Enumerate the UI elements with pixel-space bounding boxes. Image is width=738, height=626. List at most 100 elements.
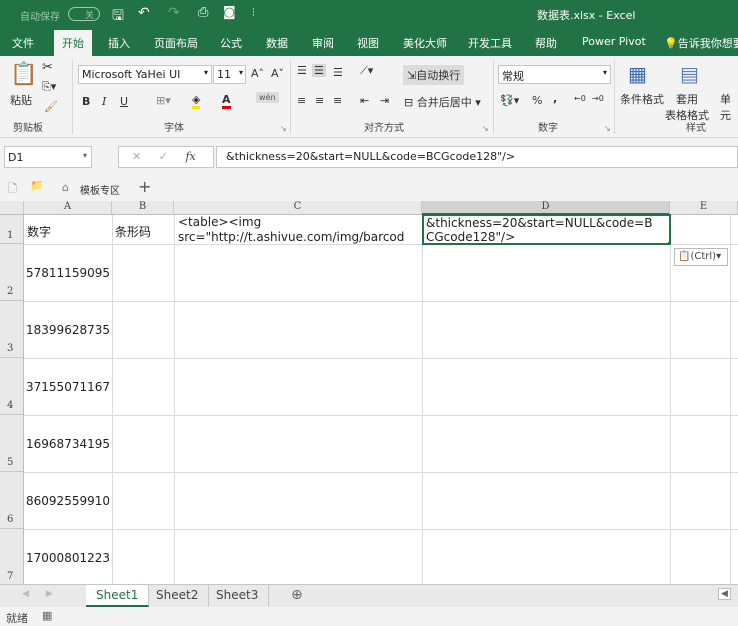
dialog-launcher-icon[interactable]: ↘ [280, 124, 287, 133]
column-header-c[interactable]: C [174, 201, 422, 215]
tab-power-pivot[interactable]: Power Pivot [582, 35, 646, 48]
increase-font-icon[interactable]: A˄ [251, 67, 264, 80]
font-size-select[interactable]: 11 ▾ [213, 65, 246, 84]
comma-button[interactable]: , [553, 92, 557, 105]
print-preview-icon[interactable]: ⎙ [198, 5, 208, 20]
template-zone-tab[interactable]: 模板专区 [80, 182, 120, 197]
sheet-tab-sheet1[interactable]: Sheet1 [86, 585, 150, 607]
row-header-3[interactable]: 3 [0, 301, 24, 358]
insert-function-button[interactable]: fx [185, 150, 195, 163]
open-folder-icon[interactable]: 📁 [30, 179, 44, 192]
formula-input[interactable]: &thickness=20&start=NULL&code=BCGcode128… [216, 146, 738, 168]
cut-icon[interactable]: ✂ [42, 60, 53, 75]
scroll-left-icon[interactable]: ◀ [22, 589, 29, 599]
enter-icon[interactable]: ✓ [159, 150, 168, 163]
tab-formulas[interactable]: 公式 [220, 35, 242, 51]
phonetic-button[interactable]: wén [256, 92, 279, 103]
align-left-icon[interactable]: ≡ [297, 94, 306, 107]
align-center-icon[interactable]: ≡ [315, 94, 324, 107]
row-header-5[interactable]: 5 [0, 415, 24, 472]
redo-icon[interactable]: ↷ [168, 5, 180, 21]
cancel-icon[interactable]: ✕ [132, 150, 141, 163]
tab-insert[interactable]: 插入 [108, 35, 130, 51]
conditional-format-button[interactable]: 条件格式 [620, 91, 664, 107]
customize-qat-icon[interactable]: ⫶ [252, 6, 255, 20]
row-header-2[interactable]: 2 [0, 244, 24, 301]
tab-home[interactable]: 开始 [54, 30, 92, 56]
add-tab-button[interactable]: + [138, 177, 151, 196]
bold-button[interactable]: B [82, 95, 90, 108]
orientation-icon[interactable]: ⟋▾ [360, 64, 373, 78]
align-top-icon[interactable]: ☰ [297, 64, 307, 77]
dialog-launcher-icon[interactable]: ↘ [482, 124, 489, 133]
row-header-7[interactable]: 7 [0, 529, 24, 584]
decrease-indent-icon[interactable]: ⇤ [360, 94, 369, 107]
row-header-1[interactable]: 1 [0, 215, 24, 244]
tab-file[interactable]: 文件 [12, 35, 34, 51]
camera-icon[interactable]: ◙ [223, 5, 236, 20]
font-name-select[interactable]: Microsoft YaHei UI ▾ [78, 65, 212, 84]
cell-d1-selected[interactable]: &thickness=20&start=NULL&code=B CGcode12… [422, 214, 671, 245]
hscroll-left-icon[interactable]: ◀ [718, 588, 731, 600]
save-icon[interactable]: 🖫 [112, 5, 124, 29]
tab-data[interactable]: 数据 [266, 35, 288, 51]
align-bottom-icon[interactable]: ☰ [333, 66, 343, 79]
format-painter-icon[interactable]: 🖌 [44, 100, 58, 113]
wrap-text-button[interactable]: ⇲自动换行 [403, 65, 465, 85]
column-header-d[interactable]: D [422, 201, 670, 215]
tab-view[interactable]: 视图 [357, 35, 379, 51]
align-middle-icon[interactable]: ☰ [312, 64, 326, 77]
add-sheet-icon[interactable]: ⊕ [291, 587, 303, 603]
paste-icon[interactable]: 📋 [10, 62, 37, 87]
column-header-e[interactable]: E [670, 201, 738, 215]
cell-a3[interactable]: 18399628735 [26, 323, 110, 337]
sheet-tab-sheet2[interactable]: Sheet2 [146, 585, 210, 607]
merge-center-button[interactable]: ⊟ 合并后居中 ▾ [404, 94, 481, 110]
paste-options-button[interactable]: 📋(Ctrl)▾ [674, 248, 728, 266]
scroll-right-icon[interactable]: ▶ [46, 589, 53, 599]
currency-icon[interactable]: 💱▾ [500, 94, 519, 107]
name-box[interactable]: D1 ▾ [4, 146, 92, 168]
tab-help[interactable]: 帮助 [535, 35, 557, 51]
tab-beautify[interactable]: 美化大师 [403, 35, 447, 51]
paste-button[interactable]: 粘贴 [10, 92, 32, 108]
cell-c1[interactable]: <table><img src="http://t.ashivue.com/im… [178, 215, 422, 244]
tab-developer[interactable]: 开发工具 [468, 35, 512, 51]
fill-color-icon[interactable]: ◈ [192, 93, 201, 109]
dialog-launcher-icon[interactable]: ↘ [604, 124, 611, 133]
spreadsheet-grid[interactable]: A B C D E 1 2 3 4 5 6 7 数字 条形码 <table><i… [0, 201, 738, 584]
autosave-toggle[interactable]: 关 [68, 7, 100, 21]
italic-button[interactable]: I [102, 95, 106, 108]
cell-styles-button[interactable]: 单元 [720, 91, 738, 123]
increase-indent-icon[interactable]: ⇥ [380, 94, 389, 107]
select-all-corner[interactable] [0, 201, 24, 215]
cell-a6[interactable]: 86092559910 [26, 494, 110, 508]
cell-a2[interactable]: 57811159095 [26, 266, 110, 280]
tab-page-layout[interactable]: 页面布局 [154, 35, 198, 51]
cell-a5[interactable]: 16968734195 [26, 437, 110, 451]
percent-button[interactable]: % [532, 94, 542, 107]
decrease-font-icon[interactable]: A˅ [271, 67, 284, 80]
increase-decimal-icon[interactable]: ←0 [574, 94, 586, 103]
font-color-icon[interactable]: A [222, 93, 231, 109]
undo-icon[interactable]: ↶ [138, 5, 150, 21]
column-header-a[interactable]: A [24, 201, 112, 215]
tell-me-search[interactable]: 💡告诉我你想要 [664, 35, 738, 51]
align-right-icon[interactable]: ≡ [333, 94, 342, 107]
borders-icon[interactable]: ⊞▾ [156, 94, 171, 107]
column-header-b[interactable]: B [112, 201, 174, 215]
tab-review[interactable]: 审阅 [312, 35, 334, 51]
copy-icon[interactable]: ⎘▾ [42, 80, 56, 94]
cell-a1[interactable]: 数字 [27, 223, 51, 240]
row-header-4[interactable]: 4 [0, 358, 24, 415]
number-format-select[interactable]: 常规 ▾ [498, 65, 611, 84]
decrease-decimal-icon[interactable]: →0 [592, 94, 604, 103]
row-header-6[interactable]: 6 [0, 472, 24, 529]
sheet-tab-sheet3[interactable]: Sheet3 [206, 585, 270, 607]
cell-a4[interactable]: 37155071167 [26, 380, 110, 394]
underline-button[interactable]: U [120, 95, 128, 108]
cell-b1[interactable]: 条形码 [115, 223, 151, 240]
new-file-icon[interactable]: 🗋 [8, 180, 17, 199]
macro-record-icon[interactable]: ▦ [42, 609, 52, 622]
cell-a7[interactable]: 17000801223 [26, 551, 110, 565]
